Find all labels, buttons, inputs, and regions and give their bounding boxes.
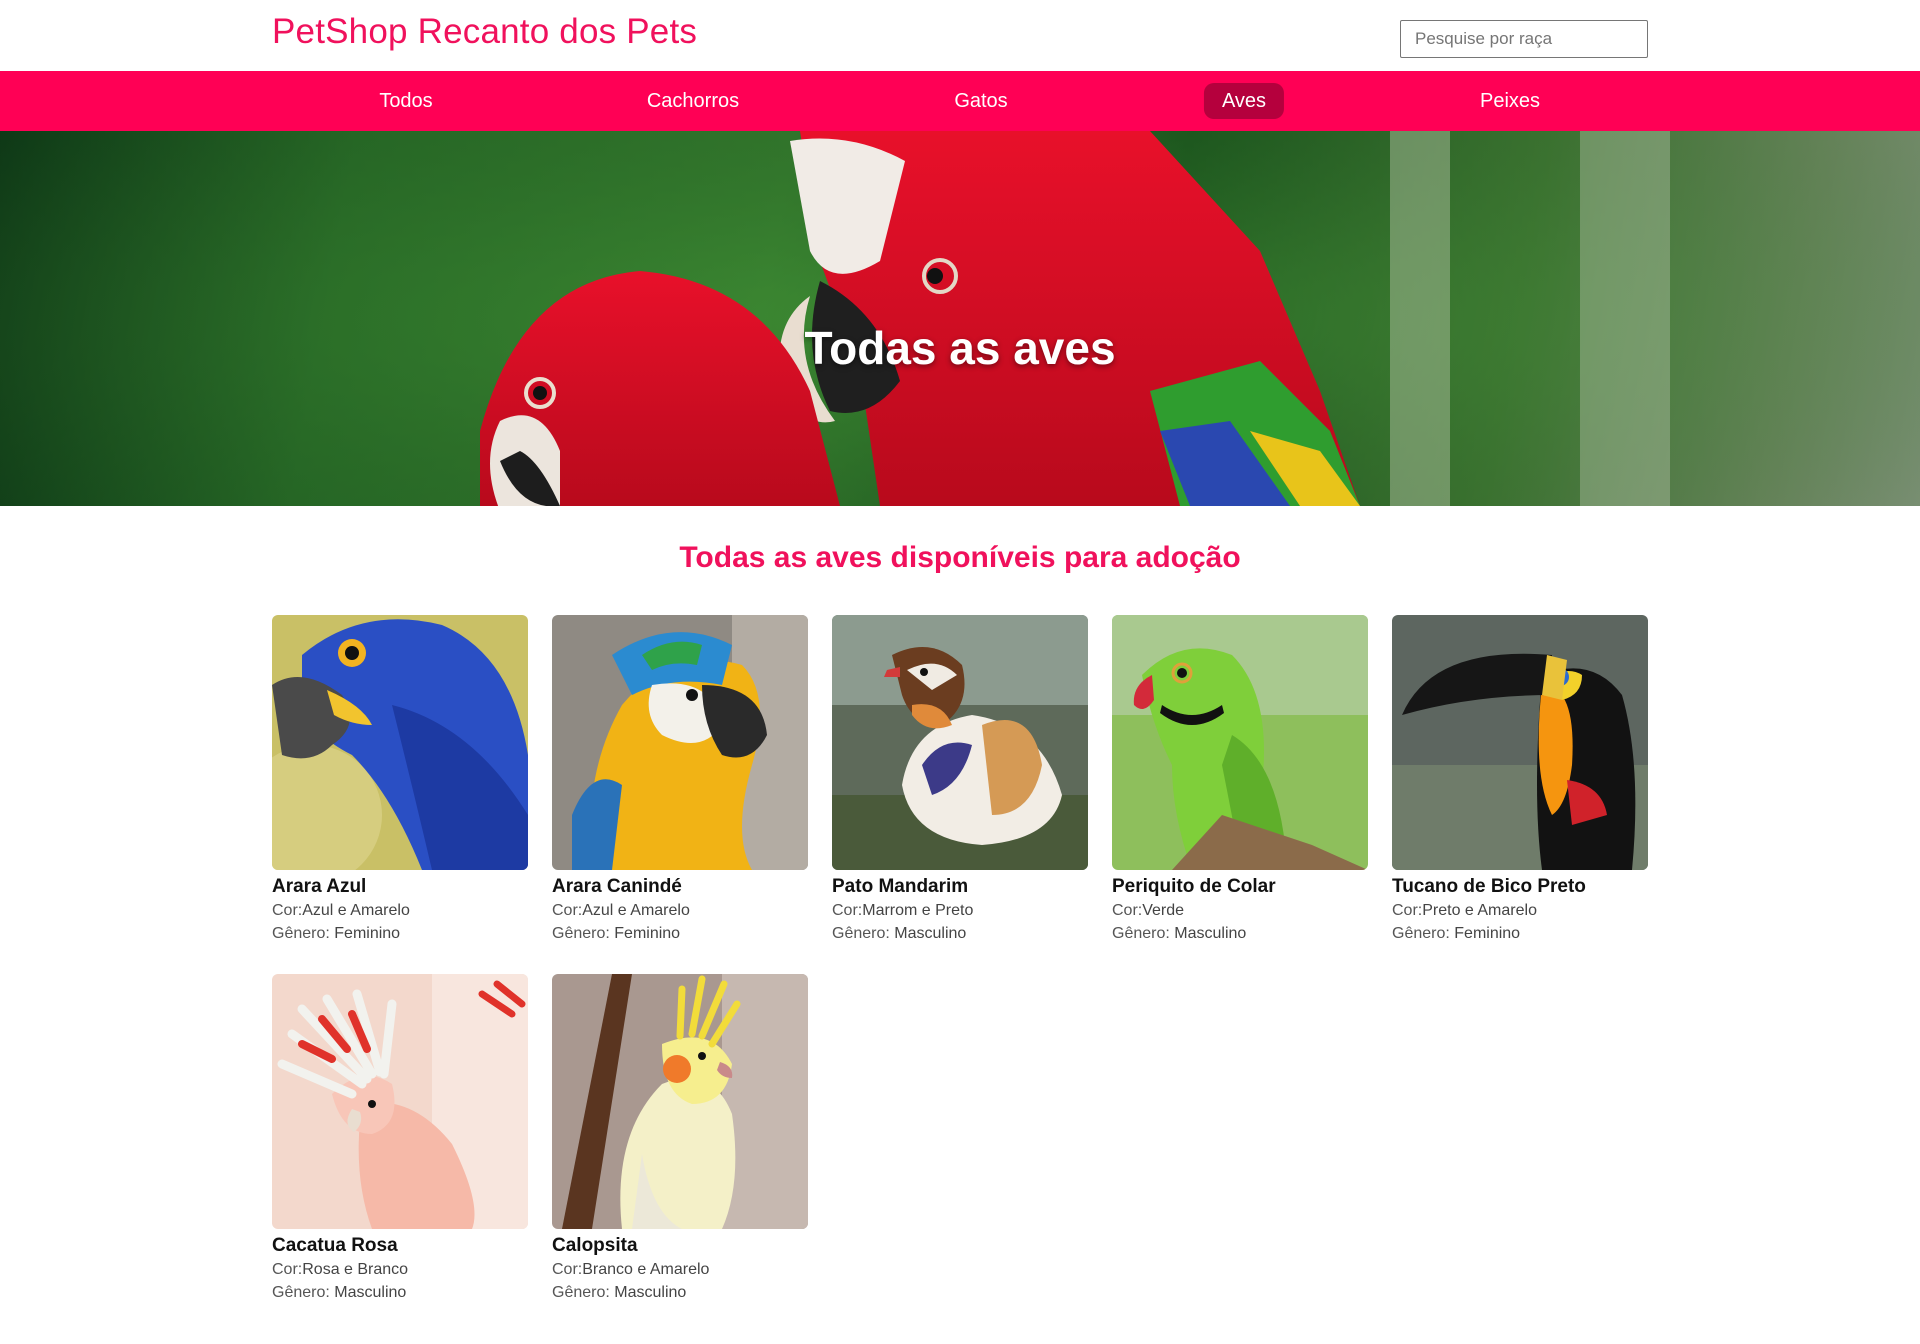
nav-item-cachorros[interactable]: Cachorros bbox=[629, 83, 757, 119]
bird-color: Cor:Azul e Amarelo bbox=[272, 899, 528, 922]
color-value: Rosa e Branco bbox=[302, 1261, 409, 1278]
color-label: Cor: bbox=[272, 1261, 303, 1278]
hero-banner: Todas as aves bbox=[0, 131, 1920, 506]
gender-value: Masculino bbox=[614, 1284, 687, 1301]
hero-title: Todas as aves bbox=[804, 322, 1116, 374]
bird-card[interactable]: Periquito de Colar Cor:Verde Gênero: Mas… bbox=[1112, 615, 1368, 945]
bird-gender: Gênero: Feminino bbox=[1392, 922, 1648, 945]
bird-card[interactable]: Tucano de Bico Preto Cor:Preto e Amarelo… bbox=[1392, 615, 1648, 945]
color-label: Cor: bbox=[832, 902, 863, 919]
nav-item-todos[interactable]: Todos bbox=[361, 83, 450, 119]
bird-name[interactable]: Cacatua Rosa bbox=[272, 1234, 528, 1258]
bird-color: Cor:Preto e Amarelo bbox=[1392, 899, 1648, 922]
site-brand[interactable]: PetShop Recanto dos Pets bbox=[272, 12, 697, 52]
gender-value: Feminino bbox=[334, 925, 401, 942]
bird-gender: Gênero: Masculino bbox=[832, 922, 1088, 945]
bird-photo-periquito-de-colar[interactable] bbox=[1112, 615, 1368, 870]
bird-color: Cor:Verde bbox=[1112, 899, 1368, 922]
color-label: Cor: bbox=[1112, 902, 1143, 919]
bird-photo-tucano-de-bico-preto[interactable] bbox=[1392, 615, 1648, 870]
bird-name[interactable]: Arara Canindé bbox=[552, 875, 808, 899]
hero-macaws-image bbox=[0, 131, 1920, 506]
category-nav: Todos Cachorros Gatos Aves Peixes bbox=[0, 71, 1920, 131]
bird-name[interactable]: Pato Mandarim bbox=[832, 875, 1088, 899]
nav-item-peixes[interactable]: Peixes bbox=[1462, 83, 1558, 119]
gender-value: Feminino bbox=[614, 925, 681, 942]
bird-card[interactable]: Calopsita Cor:Branco e Amarelo Gênero: M… bbox=[552, 974, 808, 1304]
bird-card[interactable]: Cacatua Rosa Cor:Rosa e Branco Gênero: M… bbox=[272, 974, 528, 1304]
gender-label: Gênero: bbox=[552, 925, 615, 942]
bird-name[interactable]: Calopsita bbox=[552, 1234, 808, 1258]
bird-gender: Gênero: Masculino bbox=[272, 1281, 528, 1304]
color-value: Azul e Amarelo bbox=[302, 902, 410, 919]
gender-value: Feminino bbox=[1454, 925, 1521, 942]
gender-label: Gênero: bbox=[272, 925, 335, 942]
nav-item-gatos[interactable]: Gatos bbox=[936, 83, 1025, 119]
gender-value: Masculino bbox=[894, 925, 967, 942]
bird-color: Cor:Rosa e Branco bbox=[272, 1258, 528, 1281]
bird-gender: Gênero: Feminino bbox=[272, 922, 528, 945]
bird-name[interactable]: Tucano de Bico Preto bbox=[1392, 875, 1648, 899]
color-value: Verde bbox=[1142, 902, 1185, 919]
breed-search-input[interactable] bbox=[1400, 20, 1648, 58]
color-label: Cor: bbox=[552, 902, 583, 919]
bird-card[interactable]: Arara Azul Cor:Azul e Amarelo Gênero: Fe… bbox=[272, 615, 528, 945]
bird-photo-cacatua-rosa[interactable] bbox=[272, 974, 528, 1229]
gender-label: Gênero: bbox=[832, 925, 895, 942]
color-value: Azul e Amarelo bbox=[582, 902, 690, 919]
section-title: Todas as aves disponíveis para adoção bbox=[679, 541, 1241, 574]
bird-color: Cor:Branco e Amarelo bbox=[552, 1258, 808, 1281]
bird-gender: Gênero: Masculino bbox=[1112, 922, 1368, 945]
bird-card[interactable]: Pato Mandarim Cor:Marrom e Preto Gênero:… bbox=[832, 615, 1088, 945]
color-value: Preto e Amarelo bbox=[1422, 902, 1537, 919]
bird-card[interactable]: Arara Canindé Cor:Azul e Amarelo Gênero:… bbox=[552, 615, 808, 945]
site-header: PetShop Recanto dos Pets bbox=[0, 0, 1920, 71]
bird-color: Cor:Marrom e Preto bbox=[832, 899, 1088, 922]
color-label: Cor: bbox=[1392, 902, 1423, 919]
color-label: Cor: bbox=[552, 1261, 583, 1278]
gender-label: Gênero: bbox=[1392, 925, 1455, 942]
bird-gender: Gênero: Feminino bbox=[552, 922, 808, 945]
gender-label: Gênero: bbox=[552, 1284, 615, 1301]
gender-label: Gênero: bbox=[272, 1284, 335, 1301]
color-value: Branco e Amarelo bbox=[582, 1261, 710, 1278]
bird-photo-arara-azul[interactable] bbox=[272, 615, 528, 870]
gender-value: Masculino bbox=[1174, 925, 1247, 942]
bird-name[interactable]: Periquito de Colar bbox=[1112, 875, 1368, 899]
color-label: Cor: bbox=[272, 902, 303, 919]
nav-item-aves[interactable]: Aves bbox=[1203, 83, 1285, 119]
bird-name[interactable]: Arara Azul bbox=[272, 875, 528, 899]
color-value: Marrom e Preto bbox=[862, 902, 974, 919]
bird-color: Cor:Azul e Amarelo bbox=[552, 899, 808, 922]
gender-label: Gênero: bbox=[1112, 925, 1175, 942]
bird-gender: Gênero: Masculino bbox=[552, 1281, 808, 1304]
bird-photo-calopsita[interactable] bbox=[552, 974, 808, 1229]
bird-photo-arara-caninde[interactable] bbox=[552, 615, 808, 870]
gender-value: Masculino bbox=[334, 1284, 407, 1301]
bird-photo-pato-mandarim[interactable] bbox=[832, 615, 1088, 870]
